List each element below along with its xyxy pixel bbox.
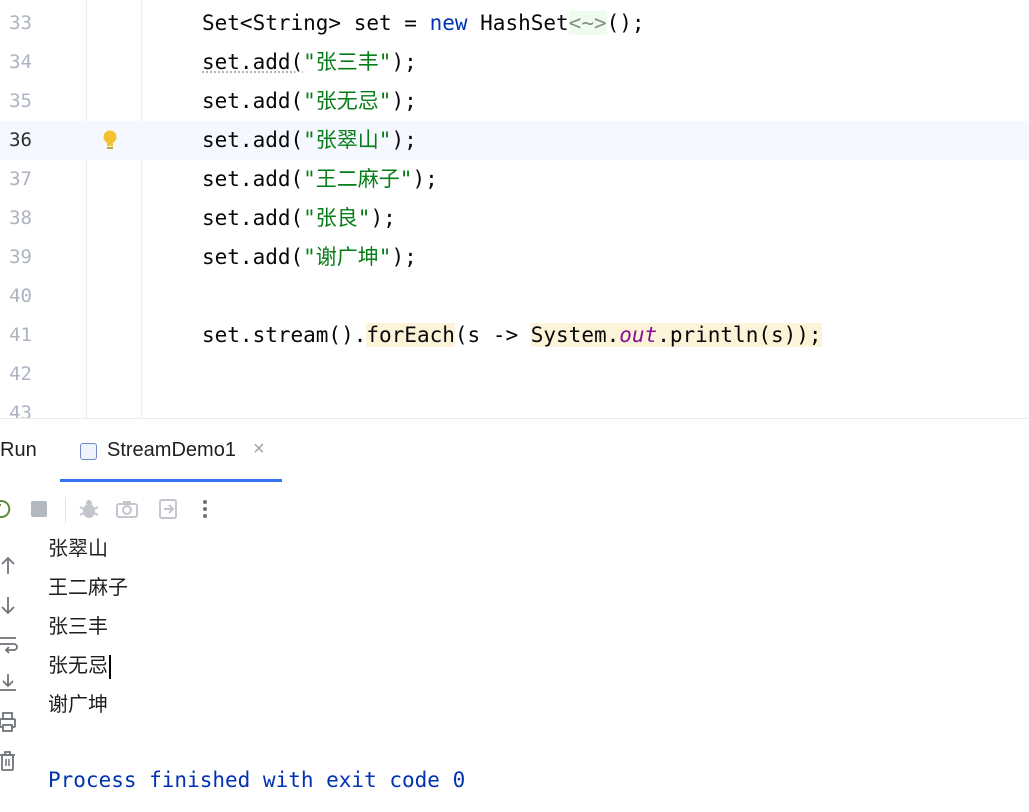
run-tool-window: Run StreamDemo1 × 张翠山 王二麻子 张三丰 张无忌 谢广坤 P… — [0, 418, 1029, 812]
code-line-36[interactable]: 36 set.add("张翠山"); — [0, 121, 1029, 160]
code-text[interactable]: set.add("王二麻子"); — [202, 160, 438, 199]
code-token: set.add( — [202, 89, 304, 113]
code-line-40[interactable]: 40 — [0, 277, 1029, 316]
keyword-token: new — [429, 11, 468, 35]
line-number: 34 — [9, 51, 32, 73]
arrow-up-icon[interactable] — [0, 554, 20, 578]
code-line-35[interactable]: 35 set.add("张无忌"); — [0, 82, 1029, 121]
code-token: (s -> — [454, 323, 531, 347]
code-text[interactable]: set.add("张三丰"); — [202, 43, 417, 82]
code-text[interactable]: set.add("张无忌"); — [202, 82, 417, 121]
line-number: 42 — [9, 363, 32, 385]
code-text[interactable]: Set<String> set = new HashSet<~>(); — [202, 4, 645, 43]
line-number: 33 — [9, 12, 32, 34]
console-line: 王二麻子 — [48, 575, 128, 599]
run-toolbar — [0, 491, 1029, 527]
string-token: "张三丰" — [303, 50, 392, 74]
tab-streamdemo1[interactable]: StreamDemo1 × — [60, 419, 282, 482]
code-line-39[interactable]: 39 set.add("谢广坤"); — [0, 238, 1029, 277]
code-token: ); — [370, 206, 396, 230]
line-number: 37 — [9, 168, 32, 190]
code-text[interactable]: set.add("张翠山"); — [202, 121, 417, 160]
soft-wrap-icon[interactable] — [0, 632, 20, 656]
rerun-icon[interactable] — [0, 497, 16, 521]
diamond-hint: <~> — [568, 11, 607, 35]
string-token: "张良" — [303, 206, 371, 230]
line-number: 40 — [9, 285, 32, 307]
string-token: "王二麻子" — [303, 167, 413, 191]
console-line: 张无忌 — [48, 653, 108, 677]
code-token: set.add( — [202, 206, 304, 230]
code-line-41[interactable]: 41 set.stream().forEach(s -> System.out.… — [0, 316, 1029, 355]
active-tab-indicator — [60, 479, 282, 482]
screenshot-icon[interactable] — [115, 497, 139, 521]
string-token: "谢广坤" — [303, 245, 392, 269]
line-number: 38 — [9, 207, 32, 229]
code-line-38[interactable]: 38 set.add("张良"); — [0, 199, 1029, 238]
print-icon[interactable] — [0, 710, 20, 734]
code-token: .println(s)); — [657, 323, 822, 347]
field-token: out — [619, 323, 658, 347]
code-text[interactable]: set.stream().forEach(s -> System.out.pri… — [202, 316, 822, 355]
stop-icon[interactable] — [27, 497, 51, 521]
code-token: set.add( — [202, 50, 304, 74]
console-line: 谢广坤 — [48, 692, 108, 716]
code-token: (); — [606, 11, 645, 35]
exit-message: Process finished with exit code 0 — [48, 768, 466, 792]
line-number: 35 — [9, 90, 32, 112]
code-token: set.add( — [202, 128, 304, 152]
code-line-33[interactable]: 33 Set<String> set = new HashSet<~>(); — [0, 4, 1029, 43]
code-line-43[interactable]: 43 — [0, 394, 1029, 418]
class-token: System. — [530, 323, 620, 347]
code-token: HashSet — [467, 11, 569, 35]
line-number: 36 — [9, 129, 32, 151]
scroll-to-end-icon[interactable] — [0, 671, 20, 695]
code-token: set.add( — [202, 167, 304, 191]
line-number: 39 — [9, 246, 32, 268]
code-text[interactable]: set.add("张良"); — [202, 199, 396, 238]
console-line: 张翠山 — [48, 536, 108, 560]
debug-icon[interactable] — [77, 497, 101, 521]
close-icon[interactable]: × — [253, 438, 265, 461]
lightbulb-icon[interactable] — [102, 129, 118, 153]
arrow-down-icon[interactable] — [0, 593, 20, 617]
code-token: ); — [391, 128, 417, 152]
code-token: set.add( — [202, 245, 304, 269]
run-title[interactable]: Run — [0, 439, 37, 462]
run-header: Run StreamDemo1 × — [0, 419, 1029, 482]
code-token: ); — [412, 167, 438, 191]
tab-label: StreamDemo1 — [107, 439, 236, 461]
line-number: 43 — [9, 402, 32, 418]
code-token: set.stream(). — [202, 323, 367, 347]
code-token: Set<String> set = — [202, 11, 430, 35]
trash-icon[interactable] — [0, 749, 20, 773]
method-token: forEach — [366, 323, 455, 347]
string-token: "张翠山" — [303, 128, 392, 152]
line-number: 41 — [9, 324, 32, 346]
run-config-icon — [80, 443, 97, 460]
text-caret — [109, 654, 111, 679]
string-token: "张无忌" — [303, 89, 392, 113]
code-editor[interactable]: 33 Set<String> set = new HashSet<~>(); 3… — [0, 0, 1029, 418]
more-icon[interactable] — [193, 497, 217, 521]
exit-icon[interactable] — [156, 497, 180, 521]
code-line-34[interactable]: 34 set.add("张三丰"); — [0, 43, 1029, 82]
console-line-with-caret: 张无忌 — [48, 646, 111, 685]
code-token: ); — [391, 89, 417, 113]
code-token: ); — [391, 245, 417, 269]
code-line-37[interactable]: 37 set.add("王二麻子"); — [0, 160, 1029, 199]
code-text[interactable]: set.add("谢广坤"); — [202, 238, 417, 277]
code-line-42[interactable]: 42 — [0, 355, 1029, 394]
code-token: ); — [391, 50, 417, 74]
console-side-toolbar — [0, 539, 26, 779]
console-line: 张三丰 — [48, 614, 108, 638]
toolbar-separator — [65, 497, 66, 523]
